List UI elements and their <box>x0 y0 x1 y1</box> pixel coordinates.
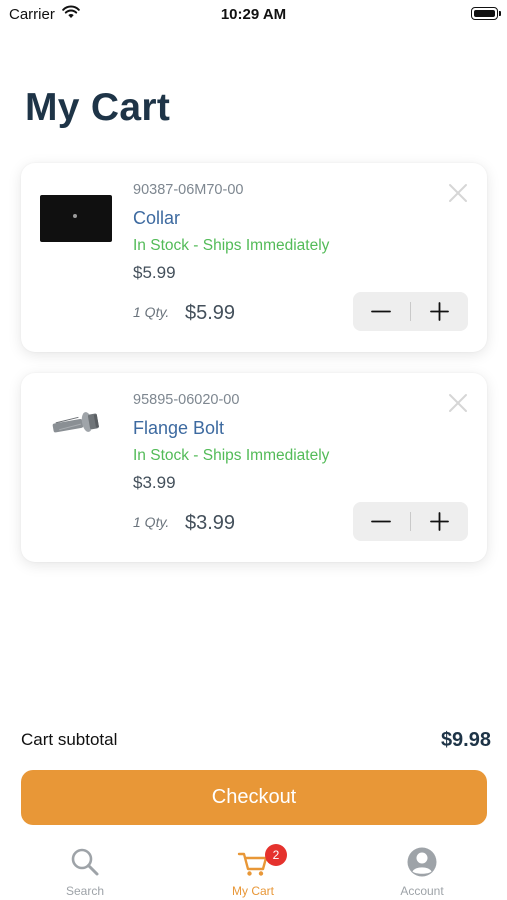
close-icon[interactable] <box>447 182 469 204</box>
cart-subtotal-value: $9.98 <box>440 729 491 751</box>
cart-subtotal-label: Cart subtotal <box>21 730 118 749</box>
cart-item-card: 90387-06M70-00 Collar In Stock - Ships I… <box>21 163 487 352</box>
tab-label: Search <box>65 884 105 898</box>
part-number: 95895-06020-00 <box>133 392 240 408</box>
unit-price: $3.99 <box>133 473 176 492</box>
search-icon <box>71 848 99 876</box>
unit-price: $5.99 <box>133 263 176 282</box>
quantity-stepper[interactable] <box>353 502 468 541</box>
close-icon[interactable] <box>447 392 469 414</box>
tab-my-cart[interactable]: 2 My Cart <box>178 838 328 900</box>
stock-status: In Stock - Ships Immediately <box>133 237 330 254</box>
tab-label: Account <box>400 884 444 898</box>
plus-icon[interactable] <box>411 292 468 331</box>
quantity-stepper[interactable] <box>353 292 468 331</box>
quantity-label: 1 Qty. <box>133 304 170 320</box>
minus-icon[interactable] <box>353 292 410 331</box>
status-bar: Carrier 10:29 AM <box>0 0 507 30</box>
cart-count-badge: 2 <box>265 844 287 866</box>
page-title: My Cart <box>25 86 171 129</box>
product-name-link[interactable]: Collar <box>133 208 180 229</box>
product-name-link[interactable]: Flange Bolt <box>133 418 224 439</box>
battery-icon <box>471 7 501 20</box>
tab-label: My Cart <box>232 884 274 898</box>
quantity-label: 1 Qty. <box>133 514 170 530</box>
clock: 10:29 AM <box>220 6 287 23</box>
stock-status: In Stock - Ships Immediately <box>133 447 330 464</box>
flange-bolt-image[interactable] <box>39 402 115 454</box>
cart-icon <box>237 852 268 876</box>
collar-image[interactable] <box>39 192 115 244</box>
minus-icon[interactable] <box>353 502 410 541</box>
tab-bar: Search 2 My Cart Account <box>0 838 507 900</box>
cart-item-card: 95895-06020-00 Flange Bolt In Stock - Sh… <box>21 373 487 562</box>
plus-icon[interactable] <box>411 502 468 541</box>
line-total: $3.99 <box>185 512 236 534</box>
part-number: 90387-06M70-00 <box>133 182 244 198</box>
account-icon <box>407 847 437 877</box>
line-total: $5.99 <box>185 302 236 324</box>
checkout-button[interactable]: Checkout <box>21 770 487 825</box>
tab-search[interactable]: Search <box>10 838 160 900</box>
tab-account[interactable]: Account <box>347 838 497 900</box>
